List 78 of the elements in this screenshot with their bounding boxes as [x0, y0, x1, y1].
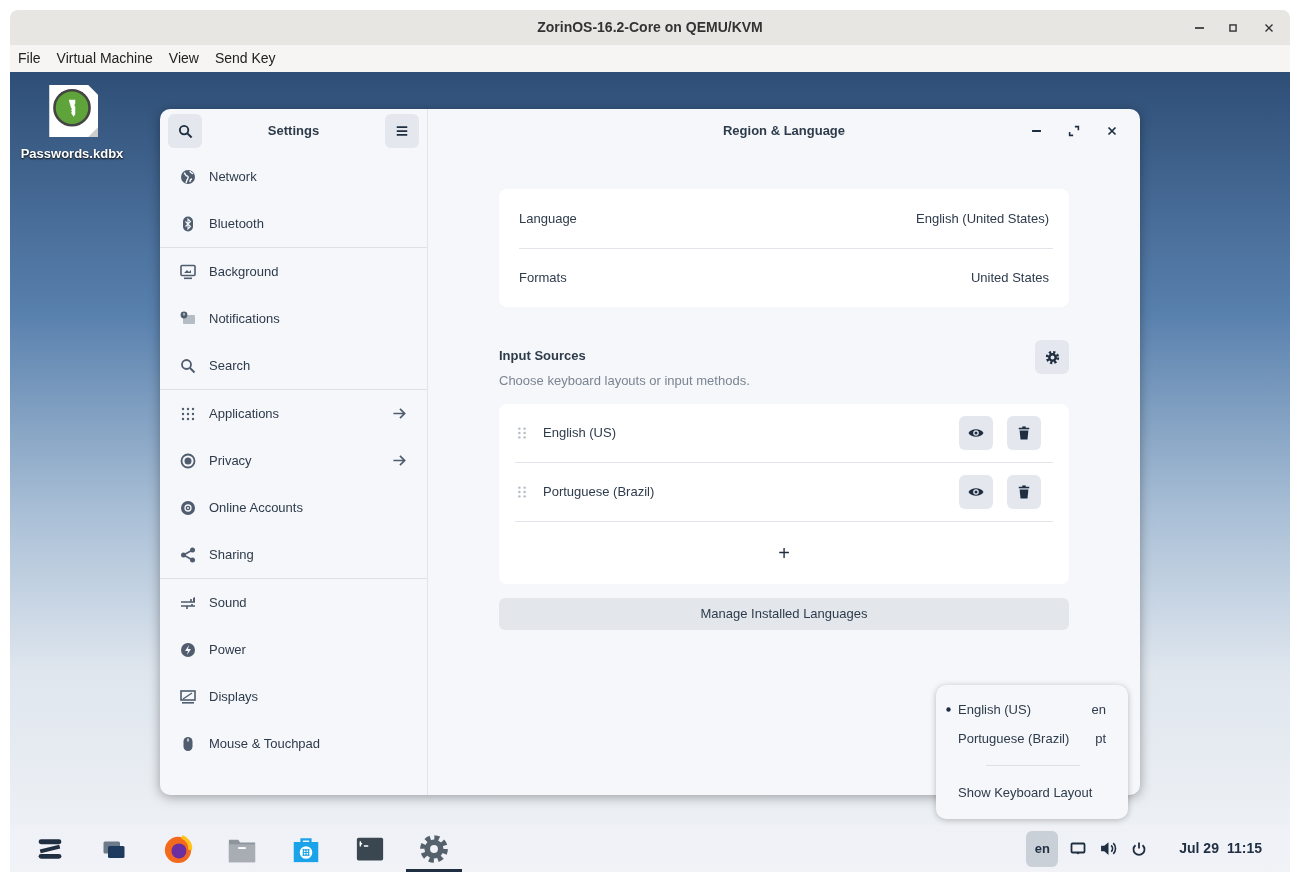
manage-languages-button[interactable]: Manage Installed Languages — [499, 598, 1069, 630]
power-icon — [1131, 840, 1148, 857]
sidebar-item[interactable]: Online Accounts — [176, 484, 411, 531]
row-label: Language — [519, 209, 577, 228]
sidebar-item[interactable]: Displays — [176, 673, 411, 720]
section-title: Input Sources — [499, 347, 587, 365]
sidebar-item[interactable]: Bluetooth — [176, 200, 411, 247]
sidebar-item[interactable]: Power — [176, 626, 411, 673]
add-button[interactable]: + — [768, 539, 800, 567]
arrow-icon — [392, 453, 407, 468]
close-icon — [1105, 124, 1119, 138]
menu-item[interactable]: Portuguese (Brazil) pt — [936, 724, 1128, 753]
minimize-icon — [1195, 26, 1204, 29]
source-label: Portuguese (Brazil) — [543, 483, 656, 502]
gear-icon — [1044, 349, 1060, 365]
page-title: Region & Language — [722, 122, 846, 141]
section-subtitle: Choose keyboard layouts or input methods. — [499, 371, 750, 390]
menu-item[interactable]: View — [168, 46, 199, 71]
monitor-icon — [180, 263, 196, 280]
menu-item[interactable]: Send Key — [214, 46, 276, 71]
file-label: Passwords.kdbx — [20, 145, 124, 163]
search-icon — [180, 357, 196, 374]
arrow-icon — [392, 406, 407, 421]
sidebar-item[interactable]: Sound — [176, 579, 411, 626]
delete-button[interactable] — [1007, 416, 1041, 450]
grid-icon — [180, 405, 196, 422]
window-title: ZorinOS-16.2-Core on QEMU/KVM — [537, 18, 763, 37]
row-value: English (United States) — [916, 209, 1049, 228]
clock[interactable]: Jul 29 11:15 — [1173, 837, 1268, 860]
search-button[interactable] — [168, 114, 202, 148]
share-icon — [180, 546, 196, 563]
trash-icon — [1017, 485, 1031, 499]
lightning-icon — [180, 641, 196, 658]
bluetooth-icon — [180, 215, 196, 232]
globe-icon — [180, 168, 196, 185]
sliders-icon — [180, 594, 196, 611]
screen-icon — [1070, 840, 1087, 857]
source-label: English (US) — [543, 424, 617, 443]
sidebar-item[interactable]: Sharing — [176, 531, 411, 578]
menu-item[interactable]: Virtual Machine — [56, 46, 153, 71]
row-value: United States — [970, 269, 1049, 288]
preview-button[interactable] — [959, 416, 993, 450]
drag-handle-icon[interactable] — [515, 483, 529, 501]
date-text: Jul 29 — [1179, 839, 1219, 858]
sidebar-title: Settings — [267, 122, 320, 141]
menu-item[interactable]: English (US) en — [936, 695, 1128, 724]
target-icon — [180, 452, 196, 469]
keyboard-indicator[interactable]: en — [1026, 830, 1059, 867]
menu-button[interactable] — [385, 114, 419, 148]
search-icon — [177, 123, 193, 139]
settings-icon — [419, 833, 449, 864]
expand-icon — [1067, 124, 1081, 138]
sidebar-item[interactable]: Applications — [176, 390, 411, 437]
sidebar-item[interactable]: Privacy — [176, 437, 411, 484]
menu-item[interactable]: File — [18, 46, 41, 71]
drag-handle-icon[interactable] — [515, 424, 529, 442]
trash-icon — [1017, 426, 1031, 440]
preview-button[interactable] — [959, 475, 993, 509]
sidebar-item[interactable]: Search — [176, 342, 411, 389]
sidebar-item[interactable]: Notifications — [176, 295, 411, 342]
setting-row[interactable]: Formats United States — [519, 248, 1053, 307]
delete-button[interactable] — [1007, 475, 1041, 509]
speaker-icon — [1100, 840, 1118, 857]
options-button[interactable] — [1035, 340, 1069, 374]
setting-row[interactable]: Language English (United States) — [519, 189, 1053, 248]
sidebar-item[interactable]: Background — [176, 248, 411, 295]
menu-item[interactable]: Show Keyboard Layout — [936, 778, 1128, 807]
browser-icon — [163, 833, 193, 864]
display-icon — [180, 688, 196, 705]
mouse-icon — [180, 735, 196, 752]
menu-icon — [395, 124, 409, 138]
sidebar-item[interactable]: Network — [176, 153, 411, 200]
minimize-icon — [1031, 130, 1041, 132]
time-text: 11:15 — [1226, 839, 1262, 858]
key-file-icon — [46, 82, 98, 140]
row-label: Formats — [519, 269, 567, 288]
notification-icon — [180, 310, 196, 327]
sidebar-item[interactable]: Mouse & Touchpad — [176, 720, 411, 767]
